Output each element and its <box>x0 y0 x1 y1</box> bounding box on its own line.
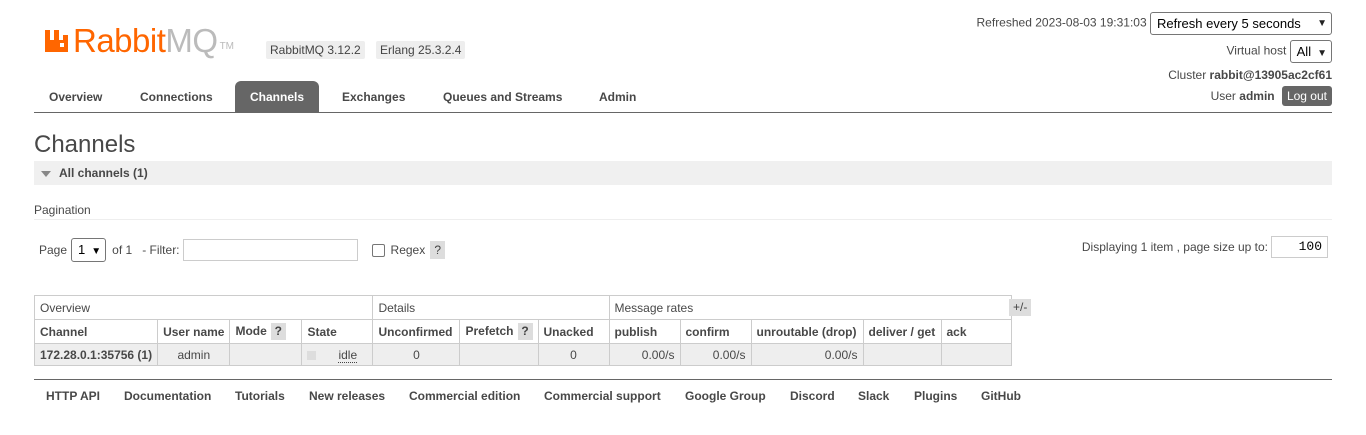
col-unroutable[interactable]: unroutable (drop) <box>750 319 864 344</box>
cell-unroutable: 0.00/s <box>750 343 864 366</box>
tab-queues-and-streams[interactable]: Queues and Streams <box>428 81 577 112</box>
footer-link-commercial-support[interactable]: Commercial support <box>544 389 661 403</box>
state-indicator-icon <box>307 350 317 360</box>
col-state[interactable]: State <box>301 319 374 344</box>
rabbitmq-version-badge: RabbitMQ 3.12.2 <box>266 41 365 59</box>
refresh-row: Refreshed 2023-08-03 19:31:03 Refresh ev… <box>977 12 1332 35</box>
refreshed-timestamp: Refreshed 2023-08-03 19:31:03 <box>976 15 1147 30</box>
cell-prefetch <box>459 343 539 366</box>
col-ack[interactable]: ack <box>940 319 1012 344</box>
vhost-row: Virtual host All ▼ <box>1226 40 1332 63</box>
vhost-value: All <box>1296 44 1312 59</box>
prefetch-help-button[interactable]: ? <box>517 323 533 340</box>
group-message-rates: Message rates <box>608 295 1012 320</box>
col-unacked[interactable]: Unacked <box>537 319 610 344</box>
rabbitmq-logo[interactable]: Rabbit MQ TM <box>44 22 234 58</box>
cell-confirm: 0.00/s <box>679 343 752 366</box>
cell-deliver-get <box>862 343 942 366</box>
col-prefetch-label: Prefetch <box>465 324 514 338</box>
footer-link-http-api[interactable]: HTTP API <box>46 389 100 403</box>
regex-label: Regex <box>390 243 426 257</box>
channels-table: Overview Details Message rates Channel U… <box>33 295 1012 366</box>
tab-channels[interactable]: Channels <box>235 81 320 112</box>
col-publish[interactable]: publish <box>608 319 681 344</box>
col-mode[interactable]: Mode? <box>229 319 303 344</box>
cell-channel-link[interactable]: 172.28.0.1:35756 (1) <box>33 343 159 366</box>
cell-unacked: 0 <box>537 343 610 366</box>
logo-text-mq: MQ <box>165 22 218 59</box>
display-info: Displaying 1 item , page size up to: <box>1081 240 1268 254</box>
cluster-row: Cluster rabbit@13905ac2cf61 <box>1168 68 1332 82</box>
footer-link-new-releases[interactable]: New releases <box>309 389 385 403</box>
table-column-header: Channel User name Mode? State Unconfirme… <box>33 319 1012 344</box>
footer-link-tutorials[interactable]: Tutorials <box>235 389 285 403</box>
col-confirm[interactable]: confirm <box>679 319 752 344</box>
footer-link-documentation[interactable]: Documentation <box>124 389 211 403</box>
pagination-heading: Pagination <box>34 203 91 217</box>
erlang-version-badge: Erlang 25.3.2.4 <box>376 41 466 59</box>
vhost-label: Virtual host <box>1226 43 1287 58</box>
cell-user-name: admin <box>157 343 231 366</box>
page-size-input[interactable]: 100 <box>1271 236 1328 258</box>
pagination-controls: Page 1 ▼ of 1 - Filter: Regex ? <box>39 238 446 262</box>
cluster-label: Cluster <box>1168 68 1207 82</box>
footer-link-slack[interactable]: Slack <box>858 389 889 403</box>
mode-help-button[interactable]: ? <box>270 323 286 340</box>
pagination-divider <box>34 219 1332 220</box>
rabbitmq-logo-icon <box>45 30 68 52</box>
col-channel[interactable]: Channel <box>33 319 159 344</box>
collapse-triangle-icon <box>41 170 51 177</box>
footer-link-discord[interactable]: Discord <box>790 389 835 403</box>
footer-link-google-group[interactable]: Google Group <box>685 389 766 403</box>
filter-label: - Filter: <box>142 243 180 257</box>
chevron-down-icon: ▼ <box>91 246 102 257</box>
cluster-name: rabbit@13905ac2cf61 <box>1209 68 1332 82</box>
footer: HTTP API Documentation Tutorials New rel… <box>34 379 1332 415</box>
table-row: 172.28.0.1:35756 (1) admin idle 0 0 0.00… <box>33 343 1012 366</box>
cell-mode <box>229 343 303 366</box>
all-channels-section-toggle[interactable]: All channels (1) <box>34 161 1332 185</box>
regex-help-button[interactable]: ? <box>430 241 446 259</box>
footer-link-github[interactable]: GitHub <box>981 389 1021 403</box>
tab-connections[interactable]: Connections <box>125 81 228 112</box>
section-title: All channels (1) <box>59 166 148 180</box>
refresh-interval-value: Refresh every 5 seconds <box>1157 16 1301 31</box>
group-details: Details <box>372 295 610 320</box>
page-select-value: 1 <box>78 242 86 257</box>
table-group-header: Overview Details Message rates <box>33 295 1012 320</box>
cell-state: idle <box>301 343 374 366</box>
logo-trademark: TM <box>219 41 235 52</box>
page-title: Channels <box>34 131 136 158</box>
cell-unconfirmed: 0 <box>372 343 461 366</box>
regex-checkbox[interactable] <box>371 243 385 257</box>
column-toggle-button[interactable]: +/- <box>1009 299 1032 316</box>
footer-link-plugins[interactable]: Plugins <box>914 389 957 403</box>
group-overview: Overview <box>33 295 374 320</box>
page-count: of 1 <box>112 243 133 257</box>
tab-admin[interactable]: Admin <box>584 81 651 112</box>
col-mode-label: Mode <box>235 324 267 338</box>
tab-overview[interactable]: Overview <box>34 81 117 112</box>
cell-publish: 0.00/s <box>608 343 681 366</box>
filter-input[interactable] <box>182 239 358 261</box>
col-prefetch[interactable]: Prefetch? <box>459 319 539 344</box>
page-select[interactable]: 1 ▼ <box>71 238 107 262</box>
chevron-down-icon: ▼ <box>1317 48 1327 59</box>
footer-link-commercial-edition[interactable]: Commercial edition <box>409 389 520 403</box>
tab-exchanges[interactable]: Exchanges <box>327 81 420 112</box>
vhost-select[interactable]: All ▼ <box>1289 40 1332 63</box>
chevron-down-icon: ▼ <box>1317 18 1327 29</box>
col-deliver-get[interactable]: deliver / get <box>862 319 942 344</box>
main-nav-tabs: Overview Connections Channels Exchanges … <box>34 81 1332 113</box>
logo-text-rabbit: Rabbit <box>73 22 166 59</box>
col-user-name[interactable]: User name <box>157 319 231 344</box>
state-label: idle <box>338 347 358 363</box>
refresh-interval-select[interactable]: Refresh every 5 seconds ▼ <box>1150 12 1332 35</box>
col-unconfirmed[interactable]: Unconfirmed <box>372 319 461 344</box>
page-label: Page <box>39 243 68 257</box>
cell-ack <box>940 343 1012 366</box>
